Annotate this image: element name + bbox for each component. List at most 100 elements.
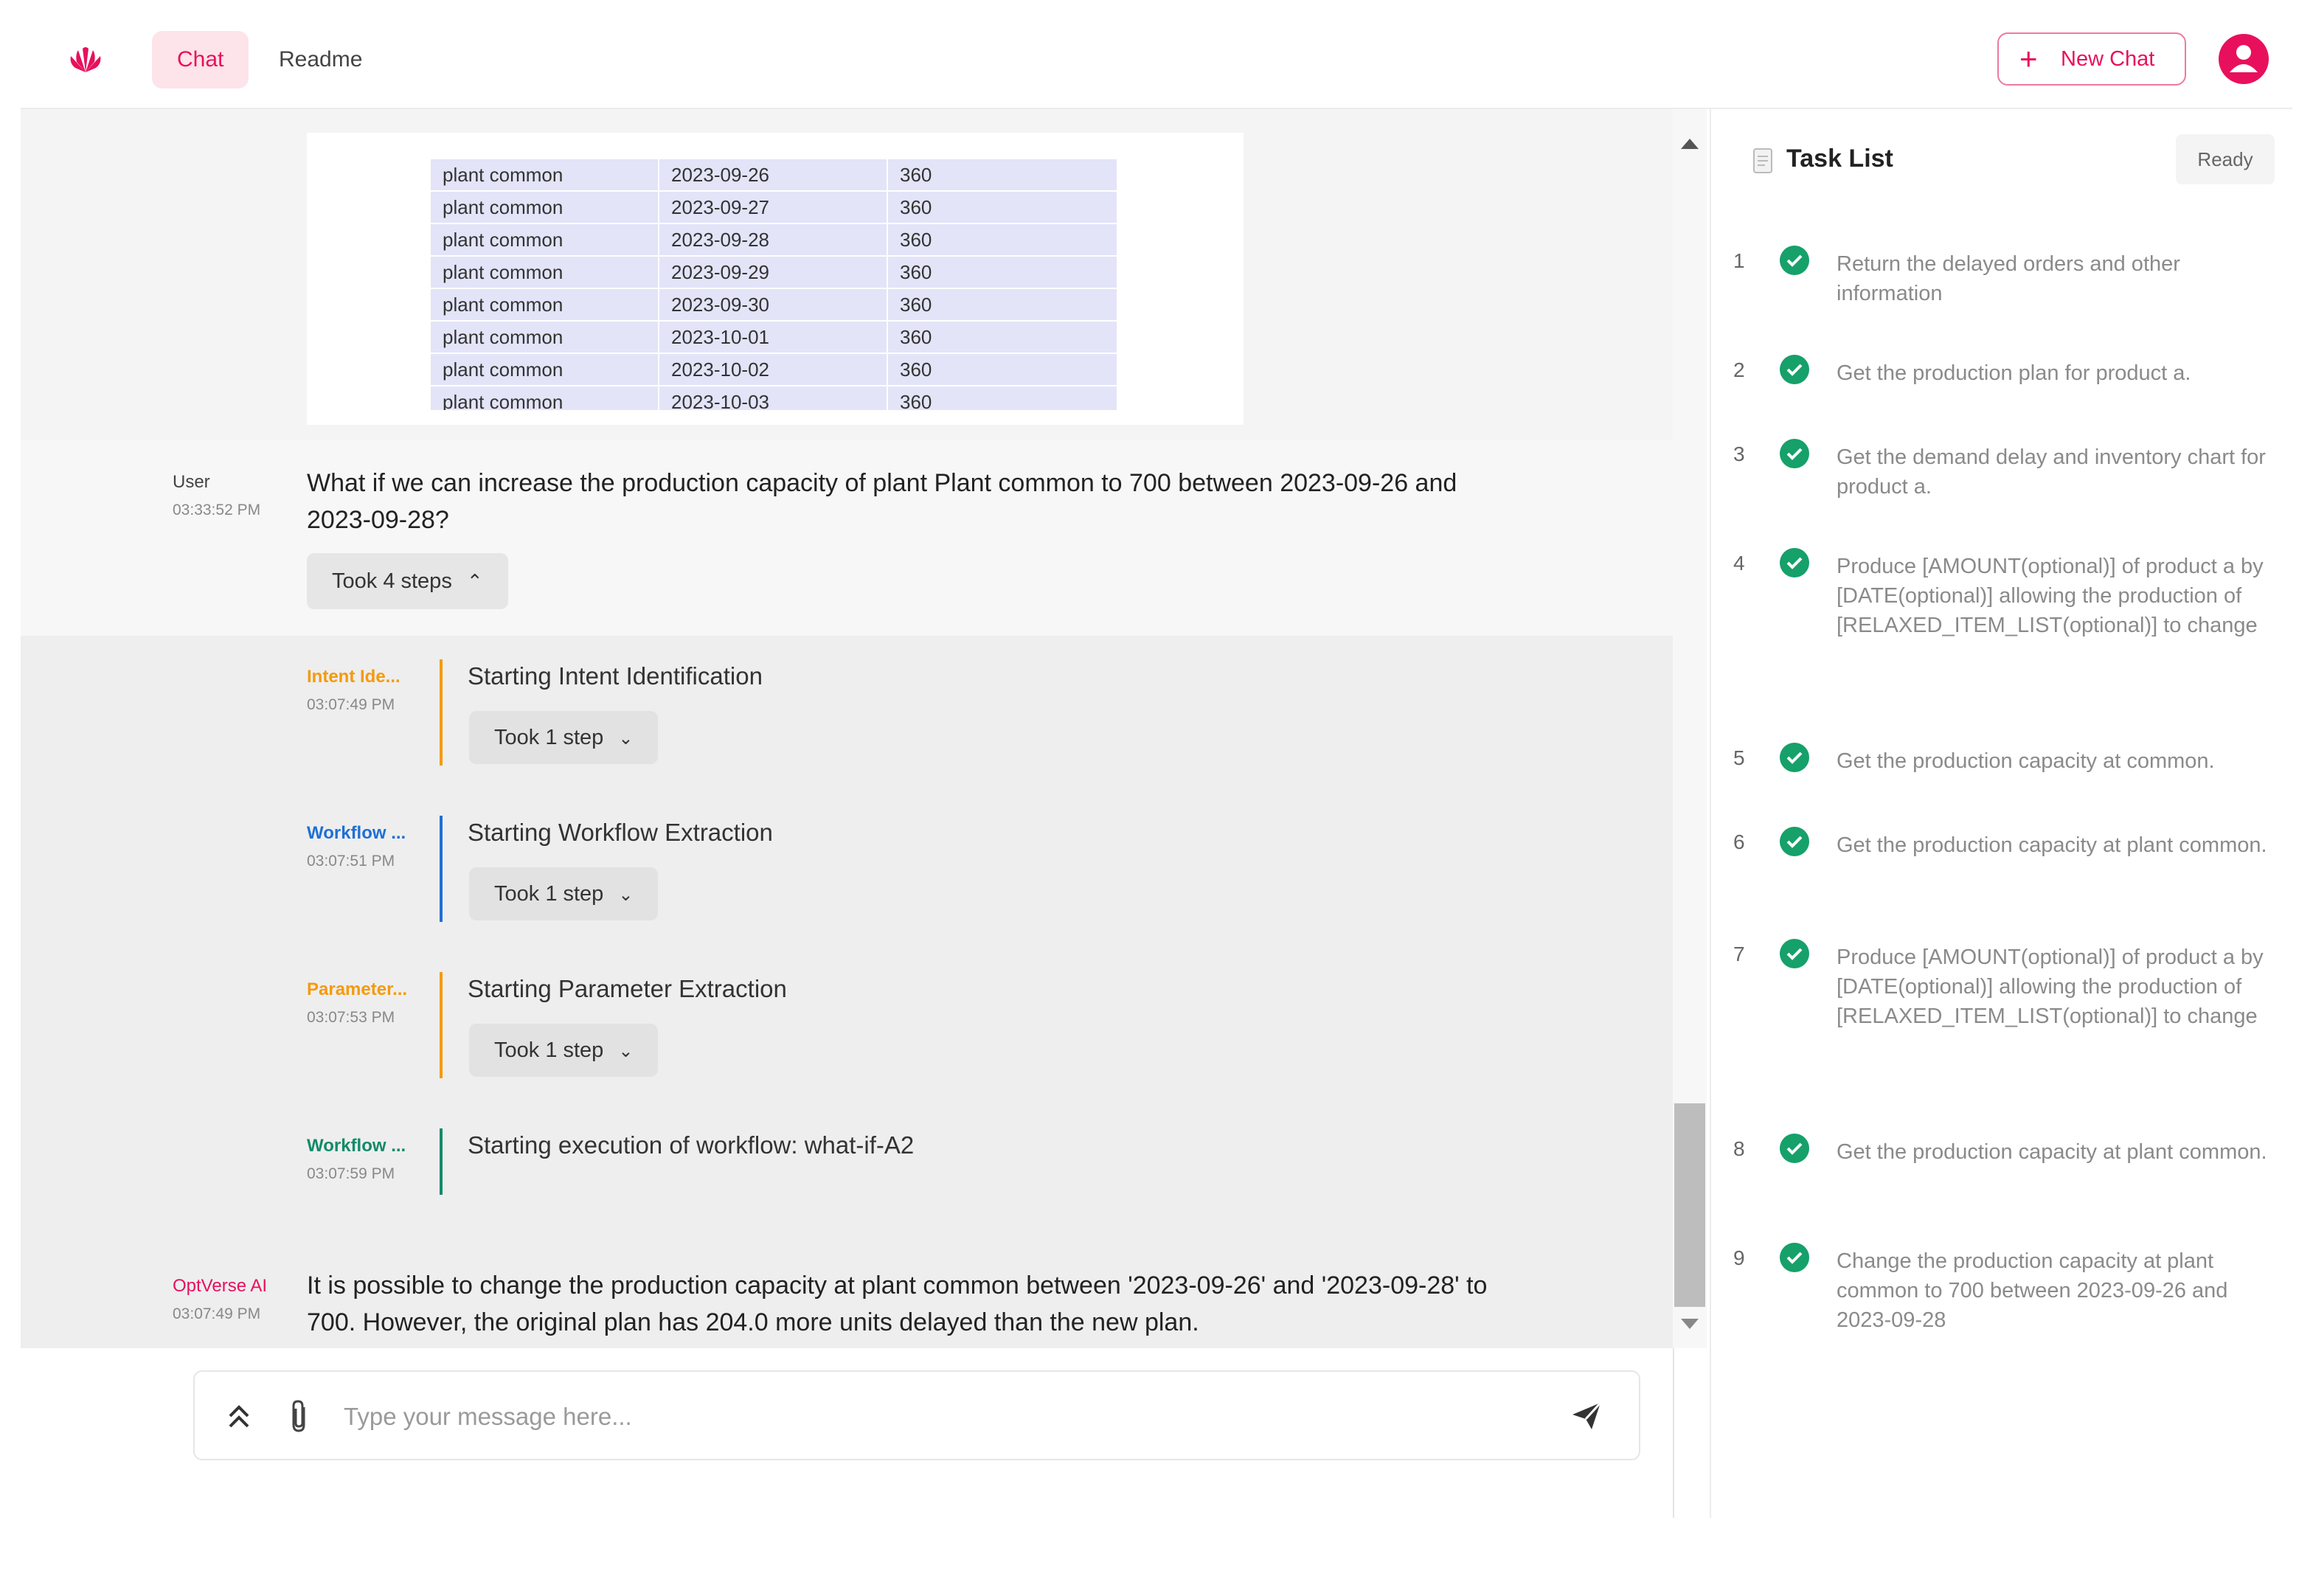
table-cell: 2023-09-27	[659, 192, 888, 223]
table-row: plant common 2023-10-03 360	[431, 386, 1117, 410]
chevron-down-icon: ⌄	[618, 729, 634, 749]
step-accent-bar	[440, 1128, 443, 1195]
send-icon[interactable]	[1570, 1400, 1603, 1432]
app-window: Chat Readme + New Chat plant common 2023-…	[0, 0, 2313, 1596]
task-number: 7	[1733, 943, 1745, 965]
table-cell: 2023-09-28	[659, 224, 888, 255]
table-cell: 360	[900, 326, 932, 348]
task-text: Get the production plan for product a.	[1837, 361, 2191, 385]
message-text-line: 700. However, the original plan has 204.…	[307, 1308, 1199, 1336]
check-circle-icon	[1780, 1134, 1809, 1163]
scroll-up-arrow-icon[interactable]	[1681, 139, 1699, 149]
message-text-line: It is possible to change the production …	[307, 1271, 1488, 1300]
table-cell: 360	[900, 261, 932, 283]
top-navbar: Chat Readme + New Chat	[21, 0, 2292, 109]
task-number: 8	[1733, 1137, 1745, 1160]
table-row: plant common 2023-09-27 360	[431, 192, 1117, 224]
table-row: plant common 2023-09-28 360	[431, 224, 1117, 257]
table-cell: 2023-09-29	[659, 257, 888, 288]
table-cell: 2023-10-02	[659, 354, 888, 385]
task-number: 5	[1733, 746, 1745, 769]
task-text: Get the production capacity at common.	[1837, 749, 2215, 773]
table-cell: plant common	[431, 224, 659, 255]
table-cell: plant common	[431, 289, 659, 320]
tab-chat[interactable]: Chat	[152, 31, 249, 89]
task-text: Get the production capacity at plant com…	[1837, 1140, 2267, 1164]
data-table: plant common 2023-09-26 360 plant common 202…	[431, 159, 1117, 410]
table-row: plant common 2023-10-01 360	[431, 322, 1117, 354]
message-input[interactable]	[342, 1387, 1540, 1447]
check-circle-icon	[1780, 246, 1809, 275]
message-timestamp: 03:07:49 PM	[173, 1305, 261, 1322]
step-expand-label: Took 1 step	[494, 726, 604, 749]
chevron-down-icon: ⌄	[618, 1041, 634, 1061]
took-steps-label: Took 4 steps	[332, 569, 452, 593]
step-expand-toggle[interactable]: Took 1 step ⌄	[469, 1024, 659, 1077]
document-icon	[1753, 148, 1772, 173]
chat-scrollbar[interactable]	[1673, 109, 1707, 1348]
task-text: Get the production capacity at plant com…	[1837, 833, 2267, 857]
step-label: Workflow ...	[307, 823, 406, 843]
step-title: Starting Workflow Extraction	[468, 819, 773, 846]
table-cell: 360	[900, 358, 932, 381]
step-label: Intent Ide...	[307, 667, 400, 687]
table-cell: 2023-09-26	[659, 159, 888, 190]
step-expand-toggle[interactable]: Took 1 step ⌄	[469, 867, 659, 920]
check-circle-icon	[1780, 355, 1809, 384]
check-circle-icon	[1780, 827, 1809, 856]
step-title: Starting Parameter Extraction	[468, 975, 787, 1002]
table-cell: 360	[900, 196, 932, 218]
step-expand-label: Took 1 step	[494, 1038, 604, 1062]
message-text-line: 2023-09-28?	[307, 506, 449, 534]
task-number: 3	[1733, 443, 1745, 465]
table-cell: plant common	[431, 159, 659, 190]
result-table-card: plant common 2023-09-26 360 plant common 202…	[307, 133, 1244, 425]
took-steps-toggle[interactable]: Took 4 steps ⌃	[307, 553, 508, 609]
chat-messages-panel[interactable]: plant common 2023-09-26 360 plant common 202…	[21, 109, 1673, 1348]
scroll-thumb[interactable]	[1674, 1103, 1705, 1307]
message-text-line: What if we can increase the production c…	[307, 469, 1457, 497]
step-title: Starting execution of workflow: what-if-…	[468, 1131, 915, 1159]
chevron-down-icon: ⌄	[618, 885, 634, 905]
table-row: plant common 2023-09-29 360	[431, 257, 1117, 289]
table-cell: 360	[900, 294, 932, 316]
task-number: 9	[1733, 1246, 1745, 1269]
step-timestamp: 03:07:53 PM	[307, 1009, 395, 1026]
message-timestamp: 03:33:52 PM	[173, 502, 261, 518]
scroll-down-arrow-icon[interactable]	[1681, 1319, 1699, 1329]
task-number: 2	[1733, 358, 1745, 381]
table-cell: 360	[900, 164, 932, 186]
step-timestamp: 03:07:49 PM	[307, 696, 395, 713]
message-composer	[193, 1370, 1640, 1460]
attach-paperclip-icon[interactable]	[286, 1397, 313, 1435]
step-accent-bar	[440, 972, 443, 1078]
check-circle-icon	[1780, 439, 1809, 468]
table-cell: plant common	[431, 257, 659, 288]
step-expand-toggle[interactable]: Took 1 step ⌄	[469, 711, 659, 764]
step-accent-bar	[440, 659, 443, 766]
table-cell: 2023-10-03	[659, 386, 888, 410]
expand-up-icon[interactable]	[224, 1400, 254, 1434]
message-sender: OptVerse AI	[173, 1276, 268, 1296]
check-circle-icon	[1780, 1243, 1809, 1272]
composer-area	[21, 1348, 1674, 1518]
new-chat-button[interactable]: + New Chat	[1997, 32, 2186, 86]
task-text: Return the delayed orders and other info…	[1837, 252, 2180, 305]
task-text: Get the demand delay and inventory chart…	[1837, 445, 2266, 499]
task-status-badge: Ready	[2176, 134, 2275, 184]
step-label: Parameter...	[307, 979, 408, 999]
table-row: plant common 2023-10-02 360	[431, 354, 1117, 386]
table-row: plant common 2023-09-26 360	[431, 159, 1117, 192]
check-circle-icon	[1780, 548, 1809, 577]
chevron-up-icon: ⌃	[466, 570, 483, 592]
tab-readme[interactable]: Readme	[260, 31, 381, 89]
table-cell: 2023-10-01	[659, 322, 888, 353]
table-row: plant common 2023-09-30 360	[431, 289, 1117, 322]
ai-message: OptVerse AI 03:07:49 PM It is possible t…	[21, 1238, 1673, 1348]
task-list-title: Task List	[1786, 145, 1893, 173]
step-expand-label: Took 1 step	[494, 882, 604, 906]
step-label: Workflow ...	[307, 1136, 406, 1156]
table-cell: 360	[900, 391, 932, 410]
user-avatar-icon[interactable]	[2219, 34, 2269, 84]
task-number: 4	[1733, 552, 1745, 575]
